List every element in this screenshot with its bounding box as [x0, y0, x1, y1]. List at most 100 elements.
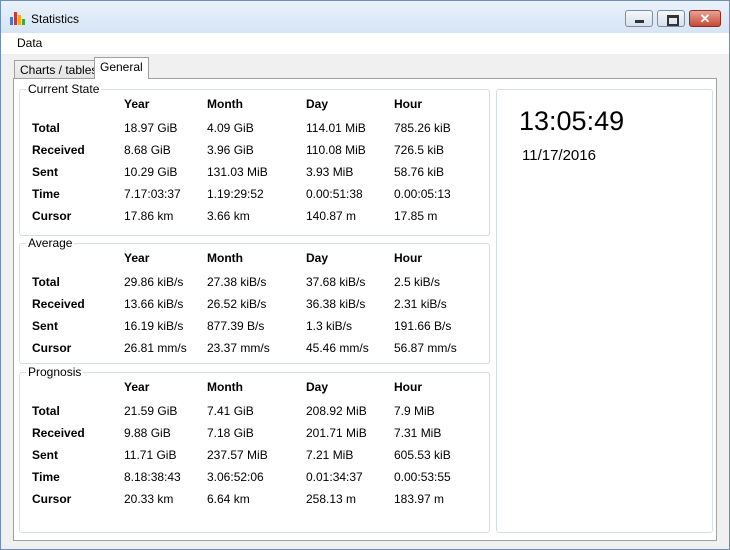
row-label: Total [32, 275, 60, 289]
maximize-icon [667, 15, 679, 26]
stat-value: 20.33 km [124, 492, 174, 506]
window-title: Statistics [31, 12, 80, 26]
clock-date: 11/17/2016 [522, 147, 596, 164]
stat-value: 3.93 MiB [306, 165, 354, 179]
column-header: Month [207, 97, 243, 111]
row-label: Total [32, 121, 60, 135]
stat-value: 208.92 MiB [306, 404, 367, 418]
stat-value: 605.53 kiB [394, 448, 451, 462]
bar-chart-icon [10, 11, 26, 25]
row-label: Received [32, 143, 85, 157]
group-title: Prognosis [26, 365, 84, 379]
group-title: Average [26, 236, 75, 250]
stat-value: 877.39 B/s [207, 319, 265, 333]
minimize-icon [635, 20, 644, 23]
row-label: Cursor [32, 209, 72, 223]
stat-value: 3.96 GiB [207, 143, 254, 157]
stat-value: 45.46 mm/s [306, 341, 369, 355]
maximize-button[interactable] [657, 10, 685, 27]
row-label: Time [32, 187, 60, 201]
column-header: Year [124, 97, 150, 111]
column-header: Month [207, 380, 243, 394]
stat-value: 16.19 kiB/s [124, 319, 184, 333]
stat-value: 7.9 MiB [394, 404, 435, 418]
stat-value: 0.00:51:38 [306, 187, 363, 201]
column-header: Day [306, 97, 329, 111]
column-header: Year [124, 251, 150, 265]
column-header: Month [207, 251, 243, 265]
stat-value: 10.29 GiB [124, 165, 178, 179]
column-header: Hour [394, 97, 422, 111]
column-header: Day [306, 380, 329, 394]
stat-value: 7.21 MiB [306, 448, 354, 462]
stat-value: 0.01:34:37 [306, 470, 363, 484]
stat-value: 0.00:05:13 [394, 187, 451, 201]
stat-value: 237.57 MiB [207, 448, 268, 462]
menu-data[interactable]: Data [17, 36, 42, 50]
stat-value: 110.08 MiB [306, 143, 366, 157]
title-bar[interactable]: Statistics ✕ [1, 1, 729, 33]
column-header: Year [124, 380, 150, 394]
stat-value: 27.38 kiB/s [207, 275, 267, 289]
stat-value: 4.09 GiB [207, 121, 254, 135]
row-label: Sent [32, 448, 59, 462]
stat-value: 726.5 kiB [394, 143, 445, 157]
menu-bar: Data [1, 33, 729, 54]
stat-value: 2.5 kiB/s [394, 275, 441, 289]
column-header: Day [306, 251, 329, 265]
stat-value: 26.52 kiB/s [207, 297, 267, 311]
stat-value: 1.3 kiB/s [306, 319, 353, 333]
row-label: Cursor [32, 492, 72, 506]
stat-value: 58.76 kiB [394, 165, 445, 179]
stat-value: 21.59 GiB [124, 404, 178, 418]
stat-value: 11.71 GiB [124, 448, 177, 462]
stat-value: 8.18:38:43 [124, 470, 181, 484]
stat-value: 18.97 GiB [124, 121, 178, 135]
stat-value: 114.01 MiB [306, 121, 366, 135]
stat-value: 23.37 mm/s [207, 341, 270, 355]
tab-general[interactable]: General [94, 57, 149, 79]
stat-value: 2.31 kiB/s [394, 297, 447, 311]
stat-value: 26.81 mm/s [124, 341, 187, 355]
minimize-button[interactable] [625, 10, 653, 27]
stat-value: 8.68 GiB [124, 143, 171, 157]
stat-value: 13.66 kiB/s [124, 297, 184, 311]
stat-value: 6.64 km [207, 492, 250, 506]
row-label: Sent [32, 319, 59, 333]
stat-value: 29.86 kiB/s [124, 275, 184, 289]
row-label: Received [32, 426, 85, 440]
row-label: Sent [32, 165, 59, 179]
stat-value: 785.26 kiB [394, 121, 451, 135]
close-icon: ✕ [699, 11, 711, 26]
stat-value: 7.41 GiB [207, 404, 254, 418]
stat-value: 3.66 km [207, 209, 250, 223]
stat-value: 17.85 m [394, 209, 438, 223]
stat-value: 7.17:03:37 [124, 187, 181, 201]
column-header: Hour [394, 380, 422, 394]
stat-value: 1.19:29:52 [207, 187, 264, 201]
row-label: Cursor [32, 341, 72, 355]
row-label: Received [32, 297, 85, 311]
stat-value: 191.66 B/s [394, 319, 452, 333]
stat-value: 258.13 m [306, 492, 357, 506]
stat-value: 7.18 GiB [207, 426, 254, 440]
stat-value: 56.87 mm/s [394, 341, 457, 355]
stat-value: 0.00:53:55 [394, 470, 451, 484]
group-title: Current State [26, 82, 102, 96]
close-button[interactable]: ✕ [689, 10, 721, 27]
statistics-window: Statistics ✕ Data Charts / tables Genera… [0, 0, 730, 550]
stat-value: 37.68 kiB/s [306, 275, 366, 289]
clock-panel: 13:05:49 11/17/2016 [496, 89, 713, 533]
stat-value: 140.87 m [306, 209, 357, 223]
column-header: Hour [394, 251, 422, 265]
stat-value: 7.31 MiB [394, 426, 442, 440]
stat-value: 9.88 GiB [124, 426, 171, 440]
clock-time: 13:05:49 [519, 106, 625, 136]
stat-value: 17.86 km [124, 209, 174, 223]
stat-value: 36.38 kiB/s [306, 297, 366, 311]
tab-charts-tables[interactable]: Charts / tables [14, 60, 104, 80]
row-label: Time [32, 470, 60, 484]
stat-value: 183.97 m [394, 492, 445, 506]
row-label: Total [32, 404, 60, 418]
stat-value: 131.03 MiB [207, 165, 268, 179]
